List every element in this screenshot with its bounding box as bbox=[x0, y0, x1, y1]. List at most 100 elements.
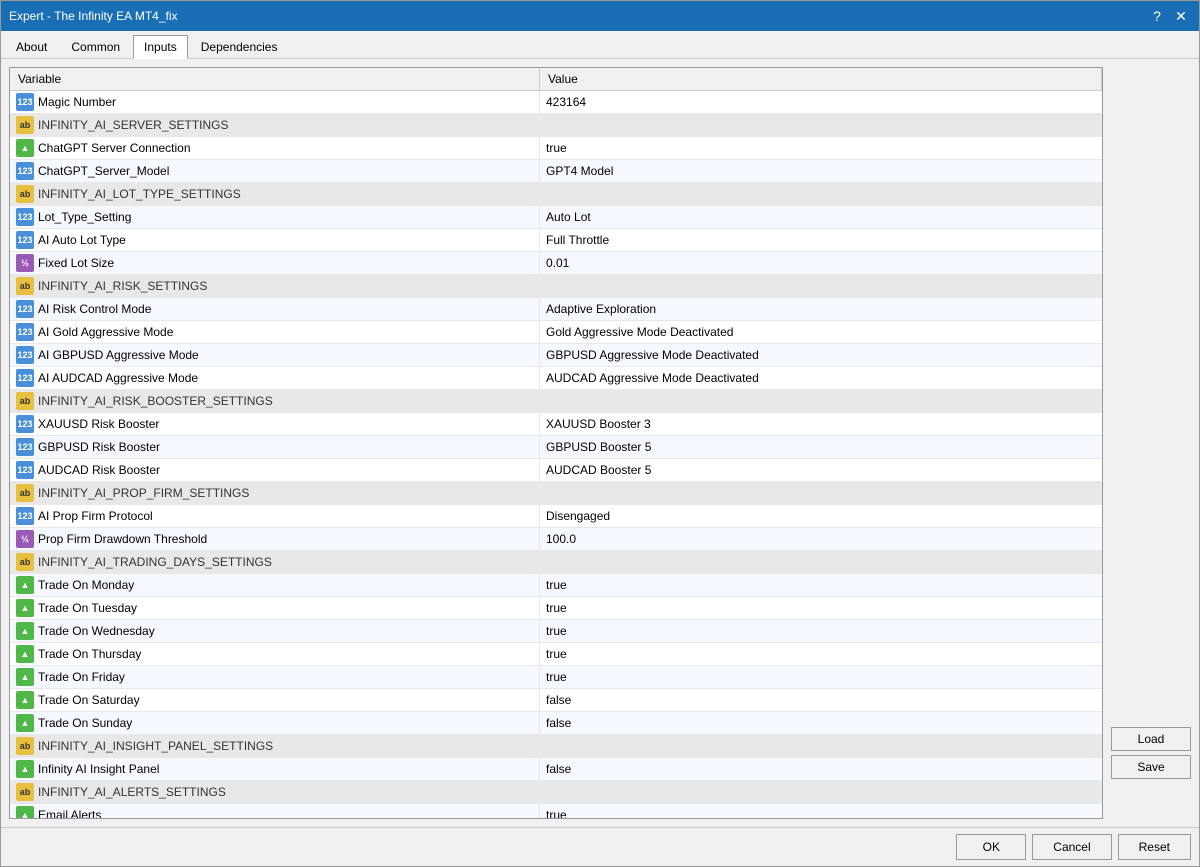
table-row[interactable]: ▲Trade On Wednesdaytrue bbox=[10, 620, 1102, 643]
inputs-table[interactable]: Variable Value 123Magic Number423164abIN… bbox=[9, 67, 1103, 819]
row-value-cell: true bbox=[540, 597, 1102, 619]
bottom-bar: OK Cancel Reset bbox=[1, 827, 1199, 866]
table-row[interactable]: 123XAUUSD Risk BoosterXAUUSD Booster 3 bbox=[10, 413, 1102, 436]
table-row[interactable]: 123Lot_Type_SettingAuto Lot bbox=[10, 206, 1102, 229]
row-type-icon: ▲ bbox=[16, 645, 34, 663]
table-row[interactable]: ▲Trade On Tuesdaytrue bbox=[10, 597, 1102, 620]
table-row[interactable]: ▲Email Alertstrue bbox=[10, 804, 1102, 819]
help-button[interactable]: ? bbox=[1147, 6, 1167, 26]
table-row[interactable]: ▲Trade On Mondaytrue bbox=[10, 574, 1102, 597]
row-value-cell: AUDCAD Booster 5 bbox=[540, 459, 1102, 481]
row-value-cell: true bbox=[540, 643, 1102, 665]
row-variable-name: AI Auto Lot Type bbox=[38, 233, 533, 247]
row-variable-name: Lot_Type_Setting bbox=[38, 210, 533, 224]
row-name-cell: ab INFINITY_AI_TRADING_DAYS_SETTINGS bbox=[10, 551, 540, 573]
row-value-cell: true bbox=[540, 574, 1102, 596]
table-row[interactable]: 123AI GBPUSD Aggressive ModeGBPUSD Aggre… bbox=[10, 344, 1102, 367]
row-variable-name: ChatGPT Server Connection bbox=[38, 141, 533, 155]
row-name-cell: ab INFINITY_AI_LOT_TYPE_SETTINGS bbox=[10, 183, 540, 205]
title-bar-buttons: ? ✕ bbox=[1147, 6, 1191, 26]
row-variable-name: Email Alerts bbox=[38, 808, 533, 819]
table-row[interactable]: abINFINITY_AI_RISK_BOOSTER_SETTINGS bbox=[10, 390, 1102, 413]
table-row[interactable]: 123AI Risk Control ModeAdaptive Explorat… bbox=[10, 298, 1102, 321]
row-variable-name: Trade On Monday bbox=[38, 578, 533, 592]
reset-button[interactable]: Reset bbox=[1118, 834, 1191, 860]
row-type-icon: ▲ bbox=[16, 760, 34, 778]
table-row[interactable]: ▲Trade On Saturdayfalse bbox=[10, 689, 1102, 712]
row-type-icon: 123 bbox=[16, 461, 34, 479]
row-variable-name: Infinity AI Insight Panel bbox=[38, 762, 533, 776]
table-row[interactable]: 123AUDCAD Risk BoosterAUDCAD Booster 5 bbox=[10, 459, 1102, 482]
menu-bar: About Common Inputs Dependencies bbox=[1, 31, 1199, 59]
load-button[interactable]: Load bbox=[1111, 727, 1191, 751]
row-value-cell: 0.01 bbox=[540, 252, 1102, 274]
row-value-cell: GBPUSD Booster 5 bbox=[540, 436, 1102, 458]
table-row[interactable]: 123Magic Number423164 bbox=[10, 91, 1102, 114]
row-name-cell: 123AUDCAD Risk Booster bbox=[10, 459, 540, 481]
row-value-cell: false bbox=[540, 712, 1102, 734]
content-area: Variable Value 123Magic Number423164abIN… bbox=[1, 59, 1199, 827]
ok-button[interactable]: OK bbox=[956, 834, 1026, 860]
row-type-icon: ab bbox=[16, 185, 34, 203]
header-value: Value bbox=[540, 68, 1102, 90]
row-name-cell: 123AI Prop Firm Protocol bbox=[10, 505, 540, 527]
table-body: 123Magic Number423164abINFINITY_AI_SERVE… bbox=[10, 91, 1102, 819]
row-name-cell: ½Fixed Lot Size bbox=[10, 252, 540, 274]
row-variable-name: INFINITY_AI_SERVER_SETTINGS bbox=[38, 118, 533, 132]
table-row[interactable]: abINFINITY_AI_RISK_SETTINGS bbox=[10, 275, 1102, 298]
table-row[interactable]: 123GBPUSD Risk BoosterGBPUSD Booster 5 bbox=[10, 436, 1102, 459]
row-value-cell: 100.0 bbox=[540, 528, 1102, 550]
title-bar: Expert - The Infinity EA MT4_fix ? ✕ bbox=[1, 1, 1199, 31]
row-type-icon: ▲ bbox=[16, 806, 34, 819]
row-variable-name: INFINITY_AI_TRADING_DAYS_SETTINGS bbox=[38, 555, 533, 569]
table-row[interactable]: ▲Trade On Fridaytrue bbox=[10, 666, 1102, 689]
tab-dependencies[interactable]: Dependencies bbox=[190, 35, 289, 58]
table-row[interactable]: 123AI Auto Lot TypeFull Throttle bbox=[10, 229, 1102, 252]
table-row[interactable]: 123AI AUDCAD Aggressive ModeAUDCAD Aggre… bbox=[10, 367, 1102, 390]
table-row[interactable]: ½Fixed Lot Size0.01 bbox=[10, 252, 1102, 275]
tab-about[interactable]: About bbox=[5, 35, 58, 58]
row-type-icon: 123 bbox=[16, 208, 34, 226]
row-name-cell: abINFINITY_AI_INSIGHT_PANEL_SETTINGS bbox=[10, 735, 540, 757]
row-value-cell: Disengaged bbox=[540, 505, 1102, 527]
row-type-icon: 123 bbox=[16, 323, 34, 341]
row-value-cell: Full Throttle bbox=[540, 229, 1102, 251]
tab-common[interactable]: Common bbox=[60, 35, 131, 58]
row-type-icon: 123 bbox=[16, 346, 34, 364]
table-row[interactable]: 123AI Gold Aggressive ModeGold Aggressiv… bbox=[10, 321, 1102, 344]
table-row[interactable]: ½Prop Firm Drawdown Threshold100.0 bbox=[10, 528, 1102, 551]
row-value-cell bbox=[540, 275, 1102, 297]
tab-inputs[interactable]: Inputs bbox=[133, 35, 188, 59]
table-row[interactable]: ab INFINITY_AI_LOT_TYPE_SETTINGS bbox=[10, 183, 1102, 206]
table-row[interactable]: ▲ChatGPT Server Connectiontrue bbox=[10, 137, 1102, 160]
table-row[interactable]: ▲Trade On Sundayfalse bbox=[10, 712, 1102, 735]
row-type-icon: ab bbox=[16, 553, 34, 571]
row-variable-name: INFINITY_AI_RISK_BOOSTER_SETTINGS bbox=[38, 394, 533, 408]
table-row[interactable]: abINFINITY_AI_PROP_FIRM_SETTINGS bbox=[10, 482, 1102, 505]
table-row[interactable]: ▲Infinity AI Insight Panelfalse bbox=[10, 758, 1102, 781]
row-value-cell: AUDCAD Aggressive Mode Deactivated bbox=[540, 367, 1102, 389]
row-type-icon: ½ bbox=[16, 254, 34, 272]
row-variable-name: INFINITY_AI_INSIGHT_PANEL_SETTINGS bbox=[38, 739, 533, 753]
save-button[interactable]: Save bbox=[1111, 755, 1191, 779]
table-row[interactable]: abINFINITY_AI_SERVER_SETTINGS bbox=[10, 114, 1102, 137]
table-row[interactable]: ▲ Trade On Thursday true bbox=[10, 643, 1102, 666]
row-variable-name: Trade On Saturday bbox=[38, 693, 533, 707]
row-variable-name: INFINITY_AI_LOT_TYPE_SETTINGS bbox=[38, 187, 533, 201]
row-variable-name: XAUUSD Risk Booster bbox=[38, 417, 533, 431]
row-variable-name: Trade On Wednesday bbox=[38, 624, 533, 638]
table-row[interactable]: abINFINITY_AI_ALERTS_SETTINGS bbox=[10, 781, 1102, 804]
row-variable-name: Magic Number bbox=[38, 95, 533, 109]
row-value-cell: true bbox=[540, 620, 1102, 642]
row-name-cell: 123AI AUDCAD Aggressive Mode bbox=[10, 367, 540, 389]
row-name-cell: 123AI Auto Lot Type bbox=[10, 229, 540, 251]
row-variable-name: Trade On Thursday bbox=[38, 647, 533, 661]
table-row[interactable]: ab INFINITY_AI_TRADING_DAYS_SETTINGS bbox=[10, 551, 1102, 574]
row-type-icon: ▲ bbox=[16, 139, 34, 157]
close-button[interactable]: ✕ bbox=[1171, 6, 1191, 26]
table-row[interactable]: 123AI Prop Firm ProtocolDisengaged bbox=[10, 505, 1102, 528]
table-row[interactable]: abINFINITY_AI_INSIGHT_PANEL_SETTINGS bbox=[10, 735, 1102, 758]
row-name-cell: ▲ Email Alerts bbox=[10, 804, 540, 819]
table-row[interactable]: 123ChatGPT_Server_ModelGPT4 Model bbox=[10, 160, 1102, 183]
cancel-button[interactable]: Cancel bbox=[1032, 834, 1111, 860]
